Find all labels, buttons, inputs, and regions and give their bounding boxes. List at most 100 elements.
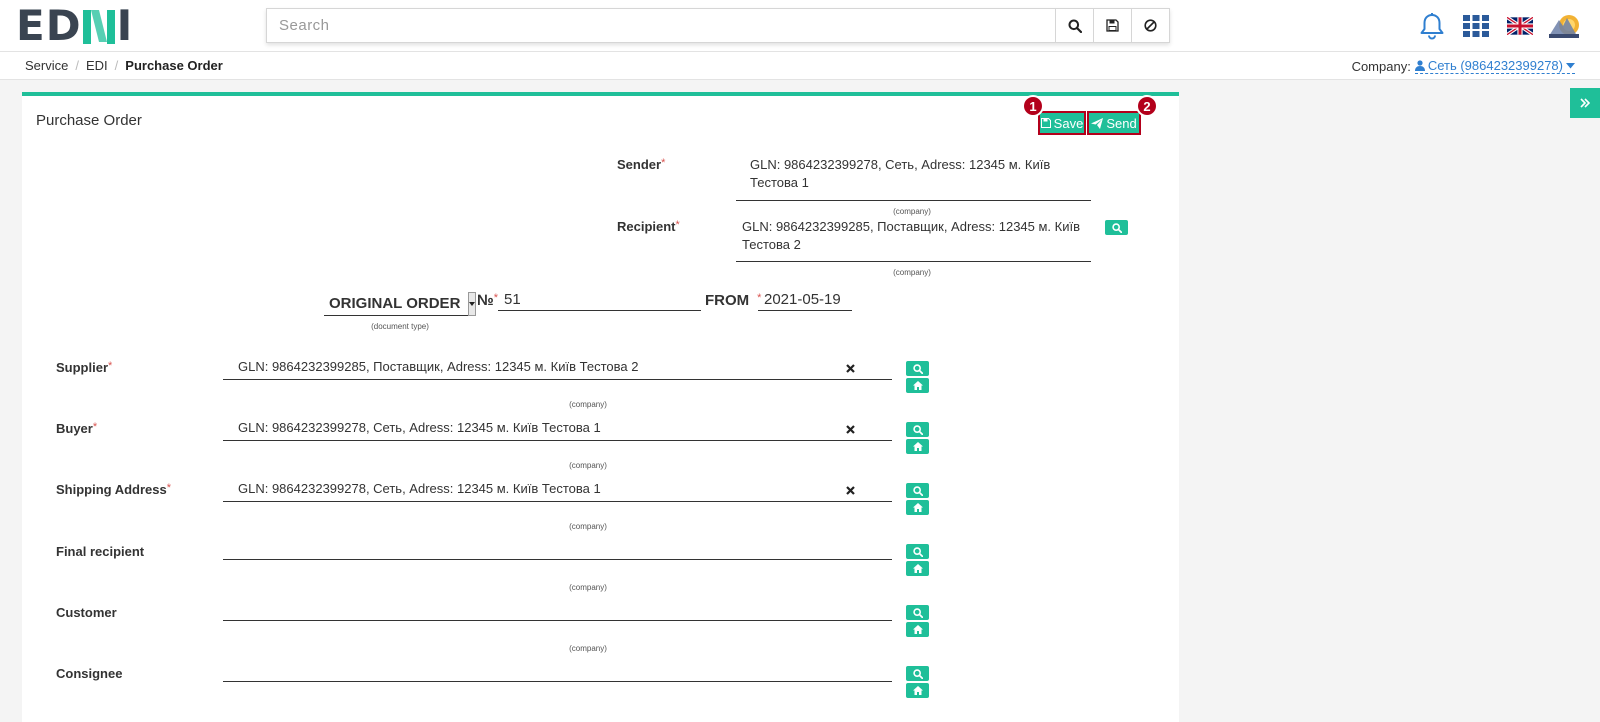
apps-menu-button[interactable] [1454, 8, 1498, 44]
search-icon [912, 485, 923, 496]
double-chevron-right-icon [1580, 98, 1590, 108]
side-panel-toggle[interactable] [1570, 88, 1600, 118]
home-icon [912, 625, 923, 634]
recipient-search-button[interactable] [1105, 220, 1128, 235]
save-search-button[interactable] [1093, 9, 1131, 42]
edin-logo[interactable]: ED I [16, 1, 134, 50]
user-avatar-button[interactable] [1542, 8, 1586, 44]
search-button[interactable] [1055, 9, 1093, 42]
notifications-button[interactable] [1410, 8, 1454, 44]
consignee-search-button[interactable] [906, 666, 929, 681]
sender-caption: (company) [893, 207, 931, 216]
shipping-address-field[interactable]: GLN: 9864232399278, Сеть, Adress: 12345 … [223, 476, 892, 502]
floppy-disk-icon [1040, 118, 1051, 128]
save-button-label: Save [1053, 115, 1084, 131]
buyer-caption: (company) [569, 461, 607, 470]
home-icon [912, 503, 923, 512]
search-icon [912, 607, 923, 618]
step-badge-1: 1 [1022, 95, 1044, 117]
buyer-label-text: Buyer [56, 421, 93, 436]
consignee-home-button[interactable] [906, 683, 929, 698]
logo-text-dark: ED [16, 1, 82, 50]
recipient-value-line-1: GLN: 9864232399285, Поставщик, Adress: 1… [742, 219, 1081, 234]
bell-icon [1420, 13, 1444, 40]
from-label: FROM * [705, 292, 761, 309]
document-number-input[interactable]: 51 [498, 289, 701, 311]
sender-label-text: Sender [617, 157, 662, 172]
recipient-value-line-2: Тестова 2 [742, 237, 801, 252]
clear-search-button[interactable] [1131, 9, 1169, 42]
sender-value-line-1: GLN: 9864232399278, Сеть, Adress: 12345 … [750, 157, 1051, 172]
breadcrumb-bar: Service / EDI / Purchase Order Company: … [0, 52, 1600, 80]
caret-down-icon [469, 302, 475, 306]
ban-icon [1144, 19, 1157, 32]
logo-text-i: I [116, 1, 134, 50]
recipient-label: Recipient* [617, 219, 680, 234]
supplier-label: Supplier* [56, 360, 112, 375]
sender-field[interactable]: GLN: 9864232399278, Сеть, Adress: 12345 … [736, 156, 1091, 201]
save-button[interactable]: Save [1038, 111, 1086, 135]
send-button[interactable]: Send [1087, 111, 1141, 135]
number-label: №* [477, 292, 498, 309]
breadcrumb-service[interactable]: Service [25, 58, 68, 73]
breadcrumb-separator: / [114, 58, 119, 73]
from-label-text: FROM [705, 292, 750, 309]
shipping-address-label-text: Shipping Address [56, 482, 167, 497]
supplier-search-button[interactable] [906, 361, 929, 376]
supplier-home-button[interactable] [906, 378, 929, 393]
final-recipient-home-button[interactable] [906, 561, 929, 576]
buyer-clear-button[interactable] [843, 422, 857, 436]
top-bar: ED I [0, 0, 1600, 52]
final-recipient-search-button[interactable] [906, 544, 929, 559]
document-type-select[interactable]: ORIGINAL ORDER [324, 292, 476, 316]
close-icon [845, 485, 855, 495]
language-button[interactable] [1498, 8, 1542, 44]
shipping-address-clear-button[interactable] [843, 483, 857, 497]
buyer-field[interactable]: GLN: 9864232399278, Сеть, Adress: 12345 … [223, 415, 892, 441]
supplier-clear-button[interactable] [843, 361, 857, 375]
required-mark: * [661, 157, 666, 169]
required-mark: * [675, 219, 680, 231]
buyer-search-button[interactable] [906, 422, 929, 437]
customer-label: Customer [56, 605, 117, 620]
home-icon [912, 564, 923, 573]
step-badge-2: 2 [1136, 95, 1158, 117]
customer-caption: (company) [569, 644, 607, 653]
breadcrumb-edi[interactable]: EDI [86, 58, 108, 73]
consignee-field[interactable] [223, 656, 892, 682]
search-input[interactable] [267, 9, 1055, 42]
search-icon [912, 424, 923, 435]
consignee-label-text: Consignee [56, 666, 123, 681]
shipping-address-label: Shipping Address* [56, 482, 171, 497]
search-icon [1068, 19, 1082, 33]
buyer-label: Buyer* [56, 421, 97, 436]
breadcrumb-current: Purchase Order [125, 58, 223, 73]
close-icon [845, 424, 855, 434]
document-type-caption: (document type) [371, 322, 429, 331]
customer-field[interactable] [223, 595, 892, 621]
supplier-field[interactable]: GLN: 9864232399285, Поставщик, Adress: 1… [223, 354, 892, 380]
company-selector: Company: Сеть (9864232399278) [1352, 58, 1575, 74]
customer-search-button[interactable] [906, 605, 929, 620]
recipient-caption: (company) [893, 268, 931, 277]
company-value: Сеть (9864232399278) [1427, 58, 1563, 73]
sender-label: Sender* [617, 157, 665, 172]
required-mark: * [92, 421, 98, 433]
avatar [1549, 15, 1579, 38]
buyer-home-button[interactable] [906, 439, 929, 454]
document-date-input[interactable]: 2021-05-19 [758, 289, 852, 311]
required-mark: * [166, 482, 172, 494]
final-recipient-field[interactable] [223, 534, 892, 560]
search-icon [912, 363, 923, 374]
send-button-label: Send [1106, 115, 1137, 131]
shipping-address-home-button[interactable] [906, 500, 929, 515]
number-label-text: № [477, 292, 494, 309]
company-dropdown[interactable]: Сеть (9864232399278) [1414, 58, 1575, 74]
shipping-address-search-button[interactable] [906, 483, 929, 498]
paper-plane-icon [1091, 117, 1104, 129]
page-title: Purchase Order [36, 112, 142, 129]
search-icon [1111, 222, 1122, 233]
home-icon [912, 381, 923, 390]
recipient-field[interactable]: GLN: 9864232399285, Поставщик, Adress: 1… [736, 218, 1091, 262]
customer-home-button[interactable] [906, 622, 929, 637]
